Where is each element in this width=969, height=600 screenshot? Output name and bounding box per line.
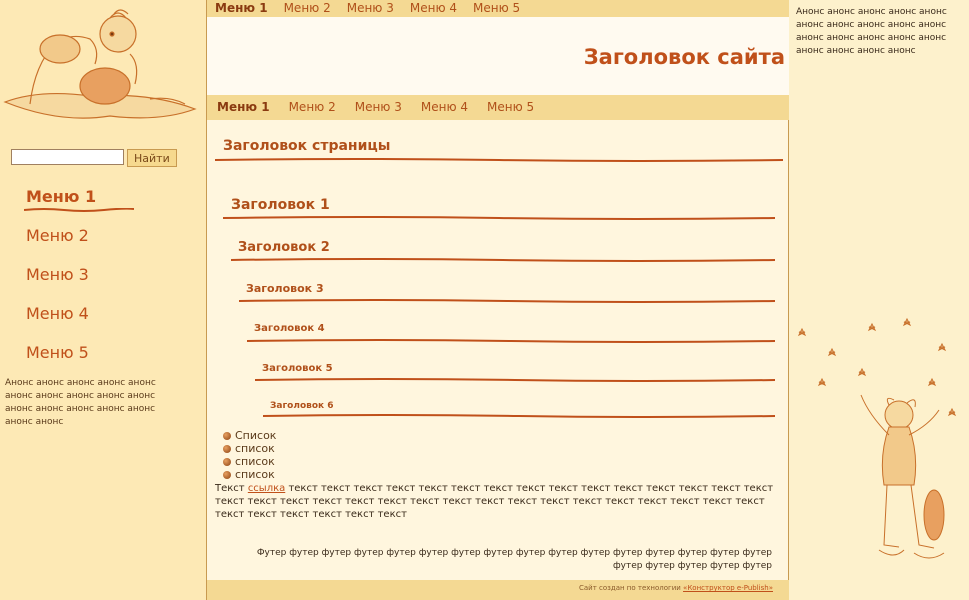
main-content: Меню 1 Меню 2 Меню 3 Меню 4 Меню 5 Загол… <box>206 0 789 600</box>
bullet-icon <box>223 431 231 440</box>
bullet-icon <box>223 444 231 453</box>
right-sidebar: Анонс анонс анонс анонс анонс анонс анон… <box>789 0 969 600</box>
search-input[interactable] <box>11 149 124 165</box>
top-nav: Меню 1 Меню 2 Меню 3 Меню 4 Меню 5 <box>207 0 789 17</box>
heading-underline <box>255 378 775 382</box>
top-nav-item-5[interactable]: Меню 5 <box>473 0 520 17</box>
cartoon-illustration-right <box>797 317 957 559</box>
credit: Сайт создан по технологии «Конструктор e… <box>578 584 773 592</box>
side-menu-item-label: Меню 1 <box>26 187 97 206</box>
bullet-list: Список список список список <box>223 429 276 481</box>
side-menu-item-4[interactable]: Меню 4 <box>26 303 96 342</box>
main-nav-item-4[interactable]: Меню 4 <box>421 95 468 120</box>
side-menu-item-1[interactable]: Меню 1 <box>24 186 134 225</box>
list-item: список <box>223 468 276 481</box>
bullet-icon <box>223 457 231 466</box>
heading-2: Заголовок 2 <box>238 240 330 255</box>
site-title: Заголовок сайта <box>583 45 785 69</box>
heading-underline <box>215 158 783 162</box>
search-button[interactable]: Найти <box>127 149 177 167</box>
body-text: Текст ссылка текст текст текст текст тек… <box>215 483 774 520</box>
heading-6: Заголовок 6 <box>270 401 334 411</box>
cartoon-illustration-left <box>3 9 197 119</box>
body-link[interactable]: ссылка <box>248 483 285 494</box>
credit-link[interactable]: «Конструктор e-Publish» <box>683 584 773 592</box>
main-nav-item-5[interactable]: Меню 5 <box>487 95 534 120</box>
top-nav-item-2[interactable]: Меню 2 <box>284 0 331 17</box>
heading-underline <box>263 414 775 418</box>
left-announce: Анонс анонс анонс анонс анонс анонс анон… <box>5 378 156 427</box>
active-underline <box>24 208 134 212</box>
side-menu: Меню 1 Меню 2 Меню 3 Меню 4 Меню 5 <box>24 186 134 381</box>
right-announce: Анонс анонс анонс анонс анонс анонс анон… <box>796 7 947 56</box>
heading-underline <box>231 258 775 262</box>
heading-5: Заголовок 5 <box>262 363 333 374</box>
top-nav-item-3[interactable]: Меню 3 <box>347 0 394 17</box>
heading-underline <box>223 216 775 220</box>
main-nav-item-1[interactable]: Меню 1 <box>217 95 270 120</box>
list-item: список <box>223 455 276 468</box>
bottom-bar: Сайт создан по технологии «Конструктор e… <box>207 580 789 600</box>
heading-underline <box>239 299 775 303</box>
main-nav-item-3[interactable]: Меню 3 <box>355 95 402 120</box>
main-nav-item-2[interactable]: Меню 2 <box>289 95 336 120</box>
heading-1: Заголовок 1 <box>231 197 330 213</box>
list-item: список <box>223 442 276 455</box>
side-menu-item-3[interactable]: Меню 3 <box>26 264 96 303</box>
search-form: Найти <box>11 149 177 167</box>
footer-text: Футер футер футер футер футер футер футе… <box>256 548 772 571</box>
page-title: Заголовок страницы <box>223 138 391 154</box>
main-nav: Меню 1 Меню 2 Меню 3 Меню 4 Меню 5 <box>207 95 789 120</box>
list-item: Список <box>223 429 276 442</box>
top-nav-item-1[interactable]: Меню 1 <box>215 0 268 17</box>
left-sidebar: Найти Меню 1 Меню 2 Меню 3 Меню 4 Меню 5… <box>0 0 206 600</box>
site-header: Заголовок сайта <box>207 17 789 95</box>
top-nav-item-4[interactable]: Меню 4 <box>410 0 457 17</box>
bullet-icon <box>223 470 231 479</box>
side-menu-item-2[interactable]: Меню 2 <box>26 225 96 264</box>
heading-3: Заголовок 3 <box>246 282 324 295</box>
side-menu-item-5[interactable]: Меню 5 <box>26 342 96 381</box>
heading-underline <box>247 339 775 343</box>
heading-4: Заголовок 4 <box>254 323 325 334</box>
